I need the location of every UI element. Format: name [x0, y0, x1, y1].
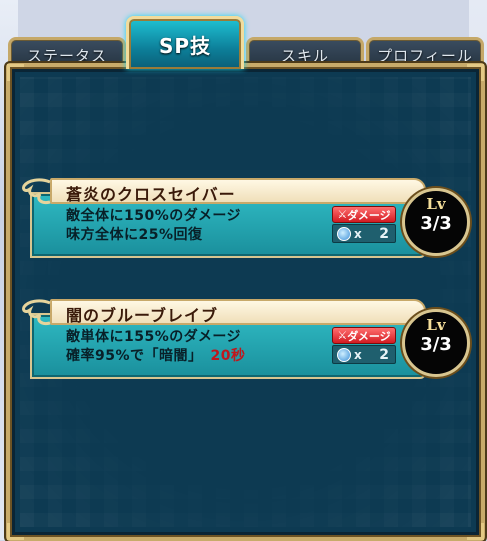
- tab-sp-skill-label: SP技: [158, 33, 212, 58]
- damage-tag-label: ダメージ: [347, 329, 391, 343]
- skill-name-bar: 蒼炎のクロスセイバー: [50, 178, 426, 204]
- cost-value: 2: [379, 346, 389, 363]
- damage-tag: ⚔ ダメージ: [332, 206, 396, 223]
- corner-ornament: [7, 64, 24, 81]
- level-badge: Lv 3/3: [402, 309, 470, 377]
- skill-cost: x 2: [332, 224, 396, 243]
- skill-duration: 20秒: [210, 348, 246, 364]
- level-value: 3/3: [420, 334, 452, 355]
- level-badge: Lv 3/3: [402, 188, 470, 256]
- tab-sp-skill[interactable]: SP技: [126, 16, 244, 69]
- skill-cost: x 2: [332, 345, 396, 364]
- skill-effect-text: 確率95%で「暗闇」: [66, 348, 203, 364]
- skill-description-line2: 確率95%で「暗闇」 20秒: [66, 345, 246, 365]
- skill-effect-text: 味方全体に25%回復: [66, 227, 203, 243]
- ornament-flourish-icon: [22, 299, 51, 325]
- damage-tag-label: ダメージ: [347, 208, 391, 222]
- corner-ornament: [7, 523, 24, 540]
- skill-description-line1: 敵単体に155%のダメージ: [66, 329, 242, 345]
- sp-skill-card-2[interactable]: 闇のブルーブレイブ 敵単体に155%のダメージ 確率95%で「暗闇」 20秒 ⚔ ダ…: [20, 299, 470, 379]
- ornament-flourish-icon: [22, 178, 51, 204]
- skill-description-line2: 味方全体に25%回復: [66, 224, 211, 244]
- level-label: Lv: [426, 195, 446, 213]
- skill-name-bar: 闇のブルーブレイブ: [50, 299, 426, 325]
- sp-skill-card-1[interactable]: 蒼炎のクロスセイバー 敵全体に150%のダメージ 味方全体に25%回復 ⚔ ダメー…: [20, 178, 470, 258]
- corner-ornament: [467, 523, 484, 540]
- sword-icon: ⚔: [337, 329, 348, 342]
- damage-tag: ⚔ ダメージ: [332, 327, 396, 344]
- cost-multiplier: x: [354, 226, 362, 241]
- level-label: Lv: [426, 316, 446, 334]
- level-value: 3/3: [420, 213, 452, 234]
- blue-orb-icon: [337, 347, 351, 362]
- skill-name: 闇のブルーブレイブ: [66, 306, 219, 325]
- skill-name: 蒼炎のクロスセイバー: [66, 185, 236, 204]
- skill-description-line1: 敵全体に150%のダメージ: [66, 208, 242, 224]
- sword-icon: ⚔: [337, 208, 348, 221]
- cost-value: 2: [379, 225, 389, 242]
- blue-orb-icon: [337, 226, 351, 241]
- corner-ornament: [467, 64, 484, 81]
- cost-multiplier: x: [354, 347, 362, 362]
